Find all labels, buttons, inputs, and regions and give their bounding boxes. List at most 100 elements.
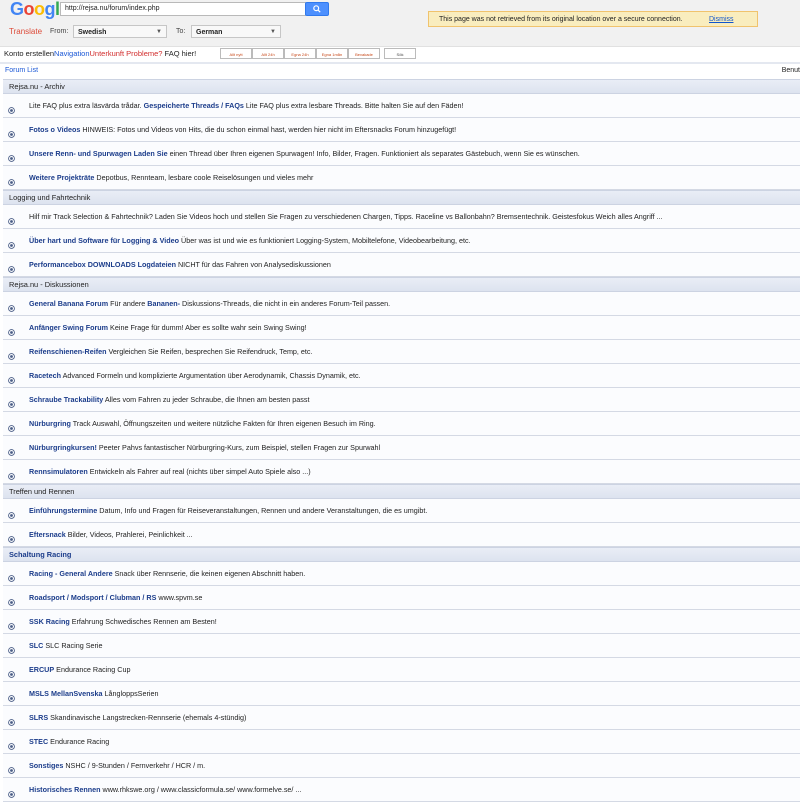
forum-description: Endurance Racing <box>48 737 110 746</box>
all-new-button[interactable]: Allt nytt <box>220 48 252 59</box>
forum-link[interactable]: STEC <box>29 737 48 746</box>
forum-row: Eftersnack Bilder, Videos, Prahlerei, Pe… <box>3 523 800 547</box>
url-input[interactable]: http://rejsa.nu/forum/index.php <box>60 2 306 16</box>
all-24h-button[interactable]: Allt 24h <box>252 48 284 59</box>
forum-icon <box>8 737 15 750</box>
forum-link[interactable]: Weitere Projekträte <box>29 173 94 182</box>
translate-label: Translate <box>9 27 43 36</box>
forum-link[interactable]: SSK Racing <box>29 617 70 626</box>
watched-button[interactable]: Bevakade <box>348 48 380 59</box>
problems-link[interactable]: Unterkunft Probleme? <box>90 49 163 58</box>
from-language-select[interactable]: Swedish ▼ <box>73 25 167 38</box>
forum-description: Alles vom Fahren zu jeder Schraube, die … <box>103 395 310 404</box>
forum-description: Über was ist und wie es funktioniert Log… <box>179 236 471 245</box>
forum-link[interactable]: SLRS <box>29 713 48 722</box>
forum-link[interactable]: Nürburgring <box>29 419 71 428</box>
forum-row-text: Einführungstermine Datum, Info und Frage… <box>29 499 427 522</box>
category-header[interactable]: Rejsa.nu - Diskussionen <box>3 277 800 292</box>
forum-row: Nürburgringkursen! Peeter Pahvs fantasti… <box>3 436 800 460</box>
forum-link[interactable]: Racetech <box>29 371 61 380</box>
forum-link[interactable]: Gespeicherte Threads / FAQs <box>144 101 244 110</box>
forum-link[interactable]: Performancebox DOWNLOADS Logdateien <box>29 260 176 269</box>
forum-icon <box>8 506 15 519</box>
forum-row: Schraube Trackability Alles vom Fahren z… <box>3 388 800 412</box>
forum-link[interactable]: Einführungstermine <box>29 506 97 515</box>
forum-link[interactable]: Nürburgringkursen! <box>29 443 97 452</box>
chevron-down-icon: ▼ <box>156 29 162 35</box>
forum-description: Keine Frage für dumm! Aber es sollte wah… <box>108 323 307 332</box>
forum-description: Advanced Formeln und komplizierte Argume… <box>60 371 361 380</box>
forum-link[interactable]: Roadsport / Modsport / Clubman / RS <box>29 593 156 602</box>
forum-link[interactable]: Fotos o Videos <box>29 125 80 134</box>
forum-row: General Banana Forum Für andere Bananen-… <box>3 292 800 316</box>
forum-link[interactable]: Bananen- <box>147 299 180 308</box>
forum-row-text: Sonstiges NSHC / 9-Stunden / Fernverkehr… <box>29 754 205 777</box>
forum-row: Weitere Projekträte Depotbus, Rennteam, … <box>3 166 800 190</box>
forum-row-text: Anfänger Swing Forum Keine Frage für dum… <box>29 316 307 339</box>
forum-row: Fotos o Videos HINWEIS: Fotos und Videos… <box>3 118 800 142</box>
forum-row: STEC Endurance Racing <box>3 730 800 754</box>
forum-link[interactable]: Sonstiges <box>29 761 63 770</box>
forum-row-text: SSK Racing Erfahrung Schwedisches Rennen… <box>29 610 217 633</box>
create-account-link[interactable]: Konto erstellen <box>4 49 54 58</box>
notice-text: This page was not retrieved from its ori… <box>439 16 683 23</box>
forum-description: Track Auswahl, Öffnungszeiten und weiter… <box>70 419 376 428</box>
forum-link[interactable]: SLC <box>29 641 43 650</box>
forum-link[interactable]: Racing - General Andere <box>29 569 113 578</box>
category-header[interactable]: Logging und Fahrtechnik <box>3 190 800 205</box>
chevron-down-icon: ▼ <box>270 29 276 35</box>
forum-row-text: Weitere Projekträte Depotbus, Rennteam, … <box>29 166 313 189</box>
forum-link[interactable]: Unsere Renn- und Spurwagen Laden Sie <box>29 149 168 158</box>
category-header[interactable]: Rejsa.nu - Archiv <box>3 79 800 94</box>
to-language-value: German <box>196 29 223 36</box>
forum-row-text: ERCUP Endurance Racing Cup <box>29 658 131 681</box>
forum-link[interactable]: Eftersnack <box>29 530 66 539</box>
forum-row: SLC SLC Racing Serie <box>3 634 800 658</box>
forum-description: www.spvm.se <box>156 593 203 602</box>
forum-link[interactable]: ERCUP <box>29 665 54 674</box>
forum-icon <box>8 713 15 726</box>
forum-link[interactable]: Historisches Rennen <box>29 785 101 794</box>
forum-link[interactable]: MSLS MellanSvenska <box>29 689 103 698</box>
own-month-button[interactable]: Egna 1mån <box>316 48 348 59</box>
forum-row: Lite FAQ plus extra läsvärda trådar. Ges… <box>3 94 800 118</box>
forum-icon <box>8 617 15 630</box>
navigation-link[interactable]: Navigation <box>54 49 89 58</box>
search-button[interactable]: Sök <box>384 48 416 59</box>
forum-icon <box>8 443 15 456</box>
dismiss-link[interactable]: Dismiss <box>709 12 734 28</box>
forum-link[interactable]: Über hart und Software für Logging & Vid… <box>29 236 179 245</box>
forum-icon <box>8 260 15 273</box>
forum-link[interactable]: General Banana Forum <box>29 299 108 308</box>
forum-row-text: Performancebox DOWNLOADS Logdateien NICH… <box>29 253 331 276</box>
own-24h-button[interactable]: Egna 24h <box>284 48 316 59</box>
forum-icon <box>8 395 15 408</box>
forum-row-text: SLRS Skandinavische Langstrecken-Rennser… <box>29 706 246 729</box>
forum-link[interactable]: Schraube Trackability <box>29 395 103 404</box>
forum-description: LångloppsSerien <box>102 689 159 698</box>
to-language-select[interactable]: German ▼ <box>191 25 281 38</box>
forum-description: Diskussions-Threads, die nicht in ein an… <box>180 299 391 308</box>
category-header[interactable]: Schaltung Racing <box>3 547 800 562</box>
forum-icon <box>8 665 15 678</box>
go-button[interactable] <box>305 2 329 16</box>
forum-row-text: Racetech Advanced Formeln und komplizier… <box>29 364 361 387</box>
faq-link[interactable]: FAQ hier! <box>162 49 197 58</box>
forum-description: Bilder, Videos, Prahlerei, Peinlichkeit … <box>65 530 193 539</box>
forum-description: Für andere <box>108 299 148 308</box>
forum-link[interactable]: Anfänger Swing Forum <box>29 323 108 332</box>
forum-row-text: Fotos o Videos HINWEIS: Fotos und Videos… <box>29 118 456 141</box>
forum-list-link[interactable]: Forum List <box>5 67 38 74</box>
security-notice: This page was not retrieved from its ori… <box>428 11 758 27</box>
forum-description: Lite FAQ plus extra lesbare Threads. Bit… <box>243 101 464 110</box>
translate-toolbar: Google http://rejsa.nu/forum/index.php T… <box>0 0 800 47</box>
forum-row: Hilf mir Track Selection & Fahrtechnik? … <box>3 205 800 229</box>
forum-row: Nürburgring Track Auswahl, Öffnungszeite… <box>3 412 800 436</box>
category-header[interactable]: Treffen und Rennen <box>3 484 800 499</box>
forum-link[interactable]: Reifenschienen-Reifen <box>29 347 106 356</box>
forum-link[interactable]: Rennsimulatoren <box>29 467 88 476</box>
forum-icon <box>8 689 15 702</box>
forum-row-text: Racing - General Andere Snack über Renns… <box>29 562 305 585</box>
forum-icon <box>8 593 15 606</box>
forum-row-text: Eftersnack Bilder, Videos, Prahlerei, Pe… <box>29 523 193 546</box>
